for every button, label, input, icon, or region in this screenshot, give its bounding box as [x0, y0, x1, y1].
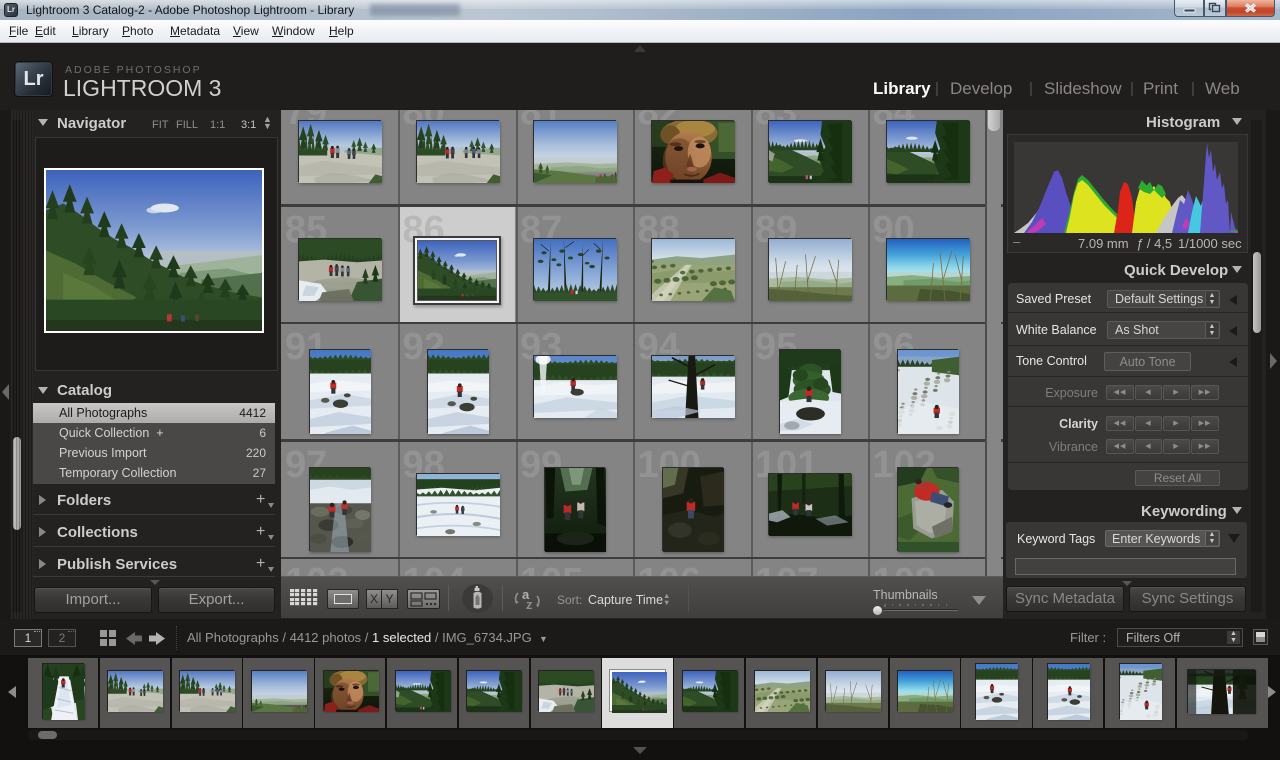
svg-text:z: z — [526, 597, 533, 612]
